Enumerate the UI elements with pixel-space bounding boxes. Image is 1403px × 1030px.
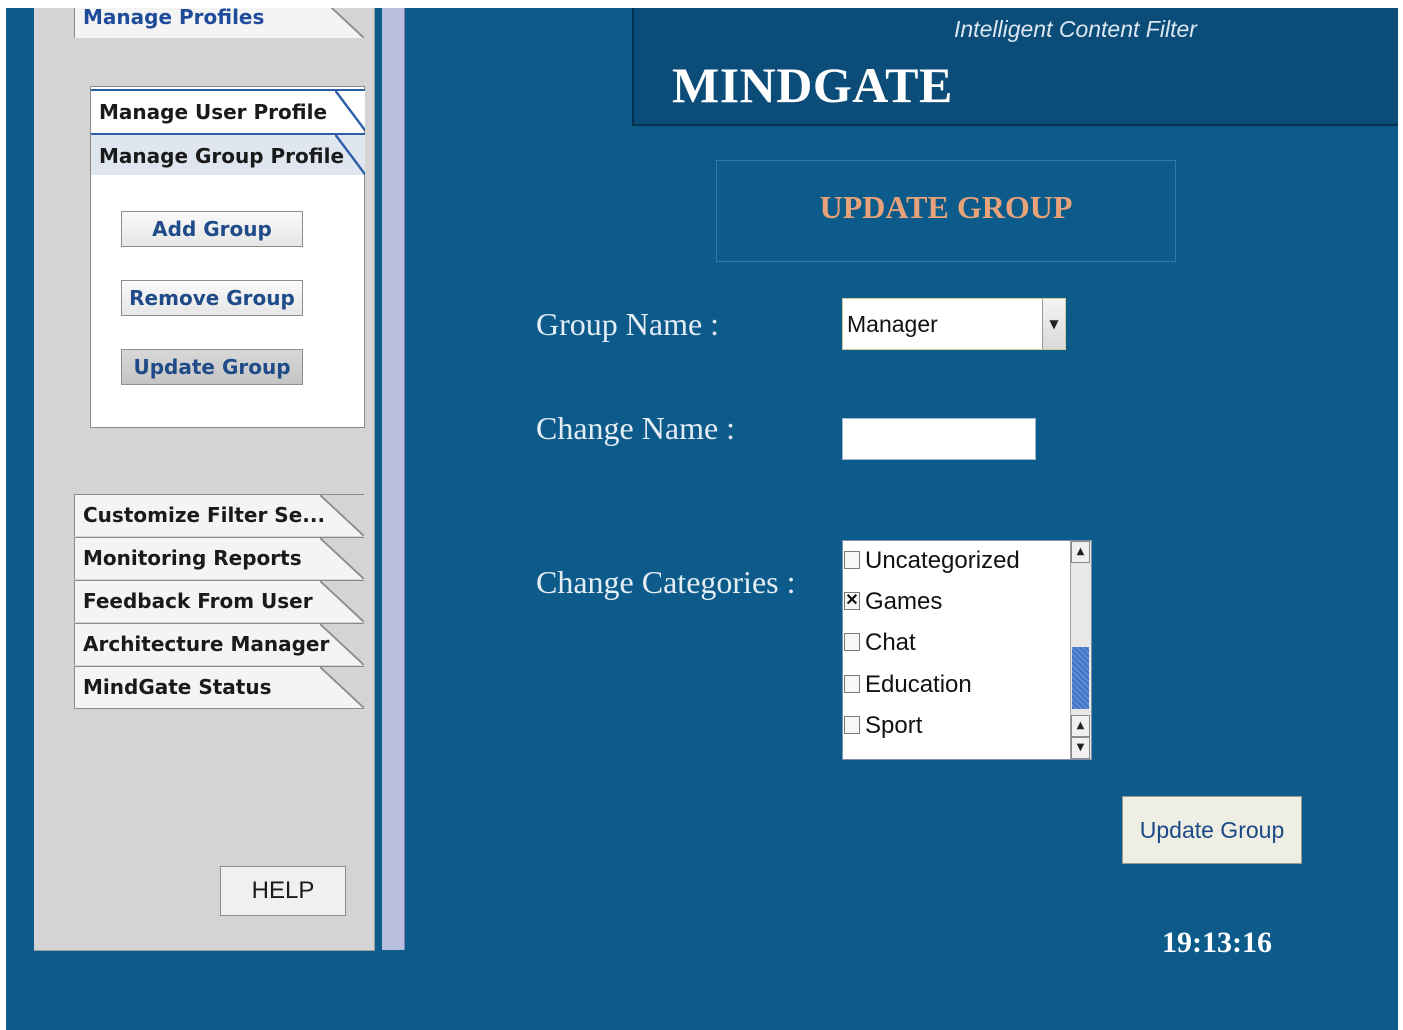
tab-feedback-from-user[interactable]: Feedback From User — [74, 580, 364, 622]
tab-slant — [320, 8, 364, 38]
categories-scrollbar[interactable]: ▲ ▲ ▼ — [1070, 541, 1091, 759]
category-label: Sport — [865, 712, 923, 739]
tab-manage-profiles-label: Manage Profiles — [83, 8, 265, 29]
change-name-input[interactable] — [842, 418, 1036, 460]
category-item[interactable]: Education — [843, 669, 1071, 705]
clock: 19:13:16 — [1162, 926, 1272, 959]
tab-label: Architecture Manager — [83, 632, 330, 656]
page-title: UPDATE GROUP — [819, 189, 1073, 225]
sidebar: Manage Profiles Manage User Profile Mana… — [34, 8, 375, 951]
tab-slant — [320, 538, 364, 579]
subtab-slant — [335, 91, 365, 131]
change-name-label: Change Name : — [536, 410, 736, 446]
category-label: Education — [865, 671, 972, 698]
help-button[interactable]: HELP — [220, 866, 346, 916]
group-name-select[interactable]: Manager ▼ — [842, 298, 1066, 350]
chevron-down-icon[interactable]: ▼ — [1042, 299, 1065, 349]
app-window: Manage Profiles Manage User Profile Mana… — [6, 8, 1398, 1030]
category-item[interactable]: Chat — [843, 627, 1071, 663]
category-label: Games — [865, 588, 943, 615]
update-group-nav-button[interactable]: Update Group — [121, 349, 303, 385]
scroll-up-icon[interactable]: ▲ — [1071, 541, 1090, 563]
tab-slant — [320, 624, 364, 665]
remove-group-button[interactable]: Remove Group — [121, 280, 303, 316]
checkbox-icon[interactable]: ✕ — [844, 592, 860, 610]
tab-label: Feedback From User — [83, 589, 313, 613]
change-categories-label: Change Categories : — [536, 564, 796, 600]
subtab-manage-user-profile[interactable]: Manage User Profile — [91, 89, 365, 131]
subtab-label: Manage Group Profile — [99, 144, 345, 168]
tab-slant — [320, 495, 364, 536]
category-item[interactable]: Sport — [843, 710, 1071, 746]
tab-monitoring-reports[interactable]: Monitoring Reports — [74, 537, 364, 579]
group-name-selected-value: Manager — [847, 311, 938, 337]
page-heading-box: UPDATE GROUP — [716, 160, 1176, 262]
subtab-slant — [335, 135, 365, 175]
tab-slant — [320, 667, 364, 708]
add-group-button[interactable]: Add Group — [121, 211, 303, 247]
tab-label: MindGate Status — [83, 675, 272, 699]
sidebar-splitter[interactable] — [382, 8, 405, 950]
subtab-label: Manage User Profile — [99, 100, 328, 124]
header-divider — [632, 124, 1398, 126]
subtab-manage-group-profile[interactable]: Manage Group Profile — [91, 133, 365, 175]
checkbox-icon[interactable] — [844, 716, 860, 734]
update-group-button[interactable]: Update Group — [1122, 796, 1302, 864]
scroll-down-icon[interactable]: ▼ — [1071, 737, 1090, 759]
tab-customize-filter[interactable]: Customize Filter Se... — [74, 494, 364, 536]
category-label: Chat — [865, 629, 916, 656]
checkbox-icon[interactable] — [844, 633, 860, 651]
category-label: Uncategorized — [865, 547, 1020, 574]
tab-slant — [320, 581, 364, 622]
tab-label: Customize Filter Se... — [83, 503, 326, 527]
tab-mindgate-status[interactable]: MindGate Status — [74, 666, 364, 709]
scroll-up-icon[interactable]: ▲ — [1071, 715, 1090, 737]
header-divider — [632, 8, 634, 126]
scrollbar-thumb[interactable] — [1072, 647, 1089, 709]
tab-architecture-manager[interactable]: Architecture Manager — [74, 623, 364, 665]
categories-list[interactable]: Uncategorized ✕ Games Chat Education Spo… — [842, 540, 1092, 760]
tab-label: Monitoring Reports — [83, 546, 302, 570]
group-name-label: Group Name : — [536, 306, 720, 342]
checkbox-icon[interactable] — [844, 551, 860, 569]
checkbox-icon[interactable] — [844, 675, 860, 693]
manage-profiles-panel: Manage User Profile Manage Group Profile… — [90, 86, 365, 428]
app-title: MINDGATE — [672, 57, 953, 113]
tab-manage-profiles[interactable]: Manage Profiles — [74, 8, 364, 38]
category-item[interactable]: ✕ Games — [843, 586, 1071, 622]
category-item[interactable]: Uncategorized — [843, 545, 1071, 581]
app-tagline: Intelligent Content Filter — [954, 16, 1197, 42]
